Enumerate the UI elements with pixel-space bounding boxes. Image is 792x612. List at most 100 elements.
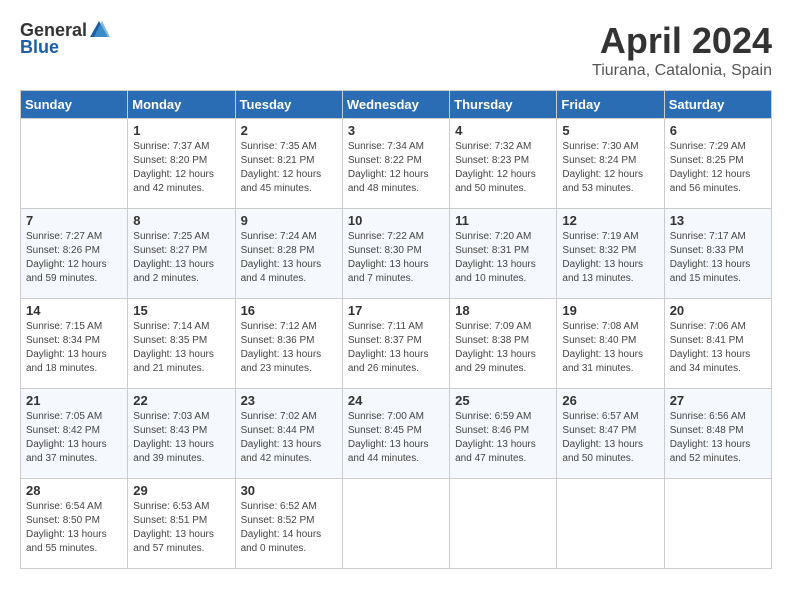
day-info: Sunrise: 7:24 AM Sunset: 8:28 PM Dayligh…	[241, 230, 337, 286]
calendar-day-cell: 27 Sunrise: 6:56 AM Sunset: 8:48 PM Dayli…	[664, 389, 771, 479]
day-info: Sunrise: 6:54 AM Sunset: 8:50 PM Dayligh…	[26, 500, 122, 556]
calendar-day-cell: 4 Sunrise: 7:32 AM Sunset: 8:23 PM Daylig…	[450, 119, 557, 209]
day-number: 21	[26, 393, 122, 408]
calendar-day-cell	[342, 479, 449, 569]
calendar-day-cell: 28 Sunrise: 6:54 AM Sunset: 8:50 PM Dayli…	[21, 479, 128, 569]
calendar-week-row: 14 Sunrise: 7:15 AM Sunset: 8:34 PM Dayli…	[21, 299, 772, 389]
day-info: Sunrise: 7:22 AM Sunset: 8:30 PM Dayligh…	[348, 230, 444, 286]
day-info: Sunrise: 7:14 AM Sunset: 8:35 PM Dayligh…	[133, 320, 229, 376]
calendar-day-cell: 10 Sunrise: 7:22 AM Sunset: 8:30 PM Dayli…	[342, 209, 449, 299]
day-info: Sunrise: 7:15 AM Sunset: 8:34 PM Dayligh…	[26, 320, 122, 376]
day-number: 11	[455, 213, 551, 228]
calendar-day-cell: 14 Sunrise: 7:15 AM Sunset: 8:34 PM Dayli…	[21, 299, 128, 389]
calendar-day-cell: 11 Sunrise: 7:20 AM Sunset: 8:31 PM Dayli…	[450, 209, 557, 299]
day-info: Sunrise: 7:32 AM Sunset: 8:23 PM Dayligh…	[455, 140, 551, 196]
calendar-day-cell: 20Sunrise: 7:06 AM Sunset: 8:41 PM Dayli…	[664, 299, 771, 389]
calendar-day-cell: 22 Sunrise: 7:03 AM Sunset: 8:43 PM Dayli…	[128, 389, 235, 479]
day-number: 1	[133, 123, 229, 138]
day-number: 24	[348, 393, 444, 408]
day-number: 9	[241, 213, 337, 228]
day-number: 29	[133, 483, 229, 498]
day-number: 27	[670, 393, 766, 408]
day-number: 18	[455, 303, 551, 318]
day-info: Sunrise: 7:29 AM Sunset: 8:25 PM Dayligh…	[670, 140, 766, 196]
weekday-header-row: SundayMondayTuesdayWednesdayThursdayFrid…	[21, 91, 772, 119]
calendar-week-row: 1 Sunrise: 7:37 AM Sunset: 8:20 PM Daylig…	[21, 119, 772, 209]
calendar-day-cell: 29 Sunrise: 6:53 AM Sunset: 8:51 PM Dayli…	[128, 479, 235, 569]
calendar-day-cell: 8Sunrise: 7:25 AM Sunset: 8:27 PM Daylig…	[128, 209, 235, 299]
day-info: Sunrise: 7:19 AM Sunset: 8:32 PM Dayligh…	[562, 230, 658, 286]
day-number: 28	[26, 483, 122, 498]
logo: General Blue	[20, 20, 110, 58]
day-number: 14	[26, 303, 122, 318]
calendar-week-row: 28 Sunrise: 6:54 AM Sunset: 8:50 PM Dayli…	[21, 479, 772, 569]
weekday-header-cell: Tuesday	[235, 91, 342, 119]
day-number: 5	[562, 123, 658, 138]
calendar-week-row: 7Sunrise: 7:27 AM Sunset: 8:26 PM Daylig…	[21, 209, 772, 299]
day-info: Sunrise: 6:53 AM Sunset: 8:51 PM Dayligh…	[133, 500, 229, 556]
calendar-table: SundayMondayTuesdayWednesdayThursdayFrid…	[20, 90, 772, 569]
day-number: 3	[348, 123, 444, 138]
calendar-day-cell: 30 Sunrise: 6:52 AM Sunset: 8:52 PM Dayli…	[235, 479, 342, 569]
day-info: Sunrise: 7:30 AM Sunset: 8:24 PM Dayligh…	[562, 140, 658, 196]
calendar-day-cell: 24 Sunrise: 7:00 AM Sunset: 8:45 PM Dayli…	[342, 389, 449, 479]
calendar-day-cell: 25Sunrise: 6:59 AM Sunset: 8:46 PM Dayli…	[450, 389, 557, 479]
calendar-day-cell	[21, 119, 128, 209]
day-info: Sunrise: 6:52 AM Sunset: 8:52 PM Dayligh…	[241, 500, 337, 556]
day-number: 19	[562, 303, 658, 318]
day-info: Sunrise: 7:03 AM Sunset: 8:43 PM Dayligh…	[133, 410, 229, 466]
weekday-header-cell: Sunday	[21, 91, 128, 119]
day-info: Sunrise: 7:35 AM Sunset: 8:21 PM Dayligh…	[241, 140, 337, 196]
calendar-day-cell: 6 Sunrise: 7:29 AM Sunset: 8:25 PM Daylig…	[664, 119, 771, 209]
day-number: 4	[455, 123, 551, 138]
day-info: Sunrise: 7:09 AM Sunset: 8:38 PM Dayligh…	[455, 320, 551, 376]
calendar-body: 1 Sunrise: 7:37 AM Sunset: 8:20 PM Daylig…	[21, 119, 772, 569]
logo-icon	[88, 19, 110, 41]
day-number: 15	[133, 303, 229, 318]
calendar-day-cell: 16 Sunrise: 7:12 AM Sunset: 8:36 PM Dayli…	[235, 299, 342, 389]
day-number: 22	[133, 393, 229, 408]
day-number: 6	[670, 123, 766, 138]
title-area: April 2024 Tiurana, Catalonia, Spain	[592, 20, 772, 80]
calendar-day-cell: 18 Sunrise: 7:09 AM Sunset: 8:38 PM Dayli…	[450, 299, 557, 389]
calendar-day-cell: 7Sunrise: 7:27 AM Sunset: 8:26 PM Daylig…	[21, 209, 128, 299]
day-info: Sunrise: 7:08 AM Sunset: 8:40 PM Dayligh…	[562, 320, 658, 376]
weekday-header-cell: Saturday	[664, 91, 771, 119]
calendar-day-cell: 9 Sunrise: 7:24 AM Sunset: 8:28 PM Daylig…	[235, 209, 342, 299]
day-info: Sunrise: 7:05 AM Sunset: 8:42 PM Dayligh…	[26, 410, 122, 466]
day-info: Sunrise: 7:20 AM Sunset: 8:31 PM Dayligh…	[455, 230, 551, 286]
weekday-header-cell: Friday	[557, 91, 664, 119]
logo-blue-text: Blue	[20, 37, 59, 58]
calendar-day-cell: 21 Sunrise: 7:05 AM Sunset: 8:42 PM Dayli…	[21, 389, 128, 479]
calendar-day-cell: 17 Sunrise: 7:11 AM Sunset: 8:37 PM Dayli…	[342, 299, 449, 389]
day-number: 10	[348, 213, 444, 228]
day-info: Sunrise: 7:11 AM Sunset: 8:37 PM Dayligh…	[348, 320, 444, 376]
day-number: 25	[455, 393, 551, 408]
calendar-day-cell: 5 Sunrise: 7:30 AM Sunset: 8:24 PM Daylig…	[557, 119, 664, 209]
day-info: Sunrise: 7:37 AM Sunset: 8:20 PM Dayligh…	[133, 140, 229, 196]
day-number: 8	[133, 213, 229, 228]
day-number: 17	[348, 303, 444, 318]
day-number: 13	[670, 213, 766, 228]
day-info: Sunrise: 6:56 AM Sunset: 8:48 PM Dayligh…	[670, 410, 766, 466]
weekday-header-cell: Thursday	[450, 91, 557, 119]
calendar-day-cell: 1 Sunrise: 7:37 AM Sunset: 8:20 PM Daylig…	[128, 119, 235, 209]
calendar-day-cell: 19 Sunrise: 7:08 AM Sunset: 8:40 PM Dayli…	[557, 299, 664, 389]
calendar-day-cell	[450, 479, 557, 569]
day-info: Sunrise: 7:00 AM Sunset: 8:45 PM Dayligh…	[348, 410, 444, 466]
day-info: Sunrise: 7:02 AM Sunset: 8:44 PM Dayligh…	[241, 410, 337, 466]
day-number: 26	[562, 393, 658, 408]
day-number: 30	[241, 483, 337, 498]
page-title: April 2024	[592, 20, 772, 62]
day-number: 12	[562, 213, 658, 228]
day-number: 16	[241, 303, 337, 318]
calendar-day-cell: 2Sunrise: 7:35 AM Sunset: 8:21 PM Daylig…	[235, 119, 342, 209]
calendar-day-cell: 12 Sunrise: 7:19 AM Sunset: 8:32 PM Dayli…	[557, 209, 664, 299]
day-info: Sunrise: 7:12 AM Sunset: 8:36 PM Dayligh…	[241, 320, 337, 376]
day-number: 23	[241, 393, 337, 408]
day-info: Sunrise: 6:57 AM Sunset: 8:47 PM Dayligh…	[562, 410, 658, 466]
calendar-day-cell: 26 Sunrise: 6:57 AM Sunset: 8:47 PM Dayli…	[557, 389, 664, 479]
calendar-day-cell: 13 Sunrise: 7:17 AM Sunset: 8:33 PM Dayli…	[664, 209, 771, 299]
day-info: Sunrise: 7:27 AM Sunset: 8:26 PM Dayligh…	[26, 230, 122, 286]
day-info: Sunrise: 7:17 AM Sunset: 8:33 PM Dayligh…	[670, 230, 766, 286]
